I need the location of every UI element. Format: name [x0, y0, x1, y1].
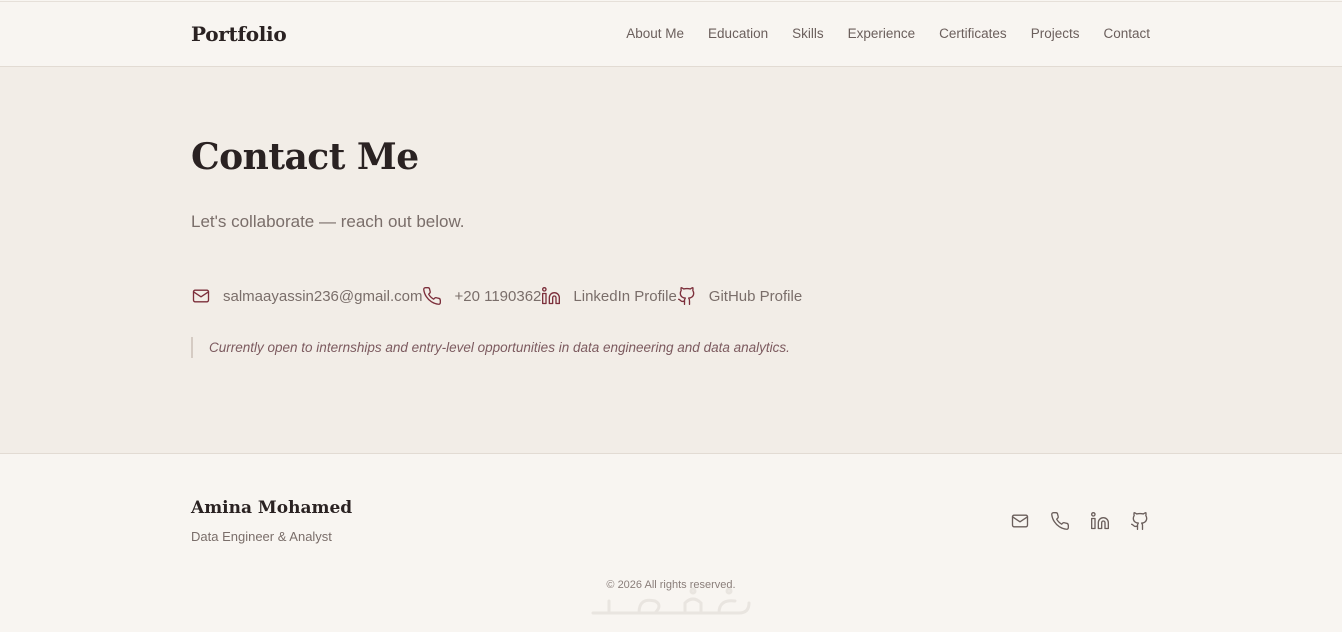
nav-link-certificates[interactable]: Certificates	[939, 26, 1007, 41]
footer-phone-button[interactable]	[1050, 511, 1070, 531]
footer-mail-button[interactable]	[1010, 511, 1030, 531]
nav-link-about-me[interactable]: About Me	[626, 26, 684, 41]
phone-icon	[423, 286, 442, 305]
nav-link-education[interactable]: Education	[708, 26, 768, 41]
email-link[interactable]: salmaayassin236@gmail.com	[191, 286, 422, 306]
contact-subtitle: Let's collaborate — reach out below.	[191, 212, 465, 231]
mail-icon	[1011, 514, 1029, 528]
page-title: Contact Me	[191, 136, 419, 178]
phone-label: +20 1190362	[454, 287, 542, 305]
footer-name: Amina Mohamed	[191, 498, 353, 518]
github-label: GitHub Profile	[708, 287, 803, 305]
nav-link-experience[interactable]: Experience	[848, 26, 916, 41]
navbar: Portfolio About Me Education Skills Expe…	[0, 1, 1342, 67]
availability-note: Currently open to internships and entry-…	[191, 337, 790, 358]
linkedin-label: LinkedIn Profile	[573, 287, 677, 305]
phone-link[interactable]: +20 1190362	[422, 286, 541, 306]
footer-role: Data Engineer & Analyst	[191, 529, 332, 544]
contact-section: Contact Me Let's collaborate — reach out…	[0, 67, 1342, 454]
watermark-logo	[589, 585, 753, 621]
nav-link-contact[interactable]: Contact	[1103, 26, 1150, 41]
github-icon	[677, 287, 695, 305]
mail-icon	[192, 289, 210, 303]
linkedin-icon	[542, 287, 561, 305]
watermark-graphic	[591, 587, 751, 615]
nav-link-projects[interactable]: Projects	[1031, 26, 1080, 41]
phone-icon	[1051, 511, 1070, 530]
github-icon	[1131, 511, 1148, 530]
nav-link-skills[interactable]: Skills	[792, 26, 824, 41]
linkedin-icon	[1091, 512, 1109, 530]
contact-links: salmaayassin236@gmail.com +20 1190362 Li…	[191, 286, 802, 306]
nav-links: About Me Education Skills Experience Cer…	[626, 26, 1150, 41]
github-link[interactable]: GitHub Profile	[677, 286, 802, 306]
footer-linkedin-button[interactable]	[1090, 511, 1110, 531]
email-label: salmaayassin236@gmail.com	[223, 287, 423, 305]
linkedin-link[interactable]: LinkedIn Profile	[541, 286, 677, 306]
brand-logo[interactable]: Portfolio	[191, 22, 287, 46]
footer-github-button[interactable]	[1130, 511, 1150, 531]
footer-social-icons	[1010, 511, 1150, 531]
